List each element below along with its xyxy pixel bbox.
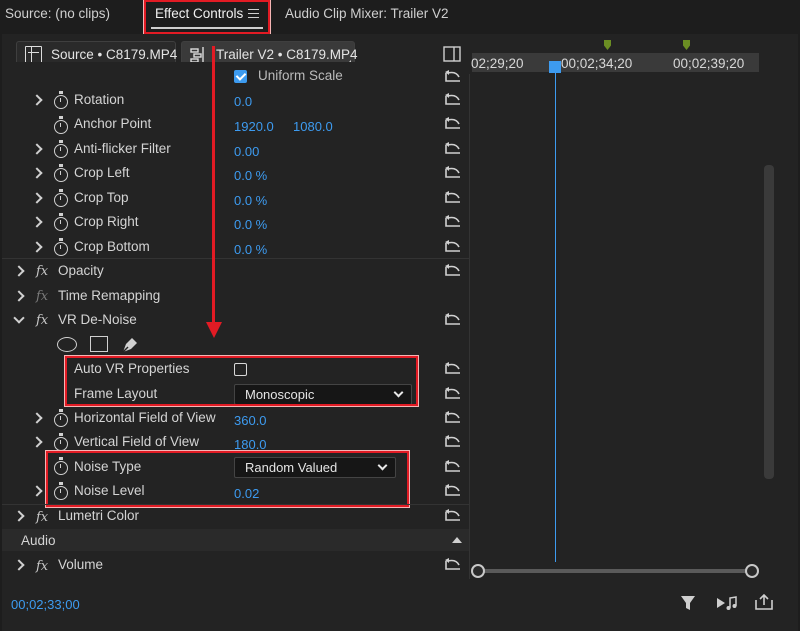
h-fov-label: Horizontal Field of View (74, 410, 216, 425)
anti-flicker-value[interactable]: 0.00 (234, 144, 259, 159)
collapse-up-icon[interactable] (452, 537, 462, 543)
crop-left-value[interactable]: 0.0 % (234, 168, 267, 183)
noise-settings-highlight (46, 451, 409, 507)
stopwatch-icon[interactable] (54, 409, 68, 427)
play-audio-icon[interactable] (716, 595, 738, 611)
active-tab-underline (151, 27, 263, 29)
anchor-point-y[interactable]: 1080.0 (293, 119, 333, 134)
crop-bottom-value[interactable]: 0.0 % (234, 242, 267, 257)
rotation-value[interactable]: 0.0 (234, 94, 252, 109)
sequence-clip-label: Trailer V2 • C8179.MP4 (216, 47, 358, 62)
uniform-scale-checkbox[interactable] (234, 70, 247, 83)
anti-flicker-label: Anti-flicker Filter (74, 141, 171, 156)
reset-icon[interactable] (444, 240, 462, 254)
reset-icon[interactable] (444, 484, 462, 498)
opacity-label: Opacity (58, 263, 104, 278)
fx-icon[interactable]: fx (36, 264, 48, 279)
reset-icon[interactable] (444, 362, 462, 376)
ellipse-mask-icon[interactable] (57, 337, 77, 352)
panel-menu-icon[interactable] (248, 9, 259, 18)
filter-icon[interactable] (680, 595, 696, 611)
reset-icon[interactable] (444, 93, 462, 107)
reset-icon[interactable] (444, 117, 462, 131)
stopwatch-icon[interactable] (54, 433, 68, 451)
panel-splitter[interactable] (469, 74, 470, 579)
reset-icon[interactable] (444, 411, 462, 425)
clip-icon (25, 46, 42, 63)
fx-icon[interactable]: fx (36, 313, 48, 328)
vertical-scrollbar[interactable] (764, 165, 774, 479)
ruler-label: 00;02;34;20 (561, 56, 633, 71)
lumetri-label: Lumetri Color (58, 508, 140, 523)
vr-denoise-label: VR De-Noise (58, 312, 137, 327)
pen-mask-icon[interactable] (120, 335, 140, 355)
source-clip-label: Source • C8179.MP4 (51, 47, 178, 62)
panel-toggle-icon[interactable] (443, 46, 461, 62)
crop-top-label: Crop Top (74, 190, 129, 205)
row-divider (2, 504, 469, 505)
anchor-point-label: Anchor Point (74, 116, 152, 131)
volume-label: Volume (58, 557, 104, 572)
stopwatch-icon[interactable] (54, 164, 68, 182)
reset-icon[interactable] (444, 313, 462, 327)
vr-properties-highlight (65, 356, 418, 406)
audio-section-header[interactable] (2, 529, 469, 551)
ruler-label: 02;29;20 (471, 56, 524, 71)
reset-icon[interactable] (444, 215, 462, 229)
rotation-label: Rotation (74, 92, 125, 107)
stopwatch-icon[interactable] (54, 238, 68, 256)
stopwatch-icon[interactable] (54, 91, 68, 109)
reset-icon[interactable] (444, 166, 462, 180)
ruler-label: 00;02;39;20 (673, 56, 745, 71)
export-icon[interactable] (755, 594, 773, 610)
reset-icon[interactable] (444, 435, 462, 449)
crop-right-label: Crop Right (74, 214, 139, 229)
reset-icon[interactable] (444, 264, 462, 278)
reset-icon[interactable] (444, 460, 462, 474)
uniform-scale-label: Uniform Scale (258, 68, 343, 83)
reset-icon[interactable] (444, 191, 462, 205)
stopwatch-icon[interactable] (54, 189, 68, 207)
reset-icon[interactable] (444, 509, 462, 523)
sequence-icon (190, 47, 204, 63)
fx-icon[interactable]: fx (36, 510, 48, 525)
crop-left-label: Crop Left (74, 165, 130, 180)
rectangle-mask-icon[interactable] (90, 336, 108, 352)
time-remapping-label: Time Remapping (58, 288, 161, 303)
annotation-arrow-line (212, 46, 215, 326)
zoom-end-handle[interactable] (745, 564, 759, 578)
zoom-start-handle[interactable] (471, 564, 485, 578)
crop-bottom-label: Crop Bottom (74, 239, 150, 254)
zoom-scrollbar[interactable] (478, 569, 752, 573)
v-fov-label: Vertical Field of View (74, 434, 200, 449)
v-fov-value[interactable]: 180.0 (234, 437, 267, 452)
playhead-line (555, 72, 556, 562)
reset-icon[interactable] (444, 70, 462, 84)
reset-icon[interactable] (444, 558, 462, 572)
h-fov-value[interactable]: 360.0 (234, 413, 267, 428)
anchor-point-x[interactable]: 1920.0 (234, 119, 274, 134)
reset-icon[interactable] (444, 387, 462, 401)
row-divider (2, 258, 469, 259)
stopwatch-icon[interactable] (54, 140, 68, 158)
crop-right-value[interactable]: 0.0 % (234, 217, 267, 232)
current-timecode[interactable]: 00;02;33;00 (11, 597, 80, 612)
tab-effect-controls[interactable]: Effect Controls (155, 6, 243, 21)
fx-icon[interactable]: fx (36, 289, 48, 304)
stopwatch-icon[interactable] (54, 213, 68, 231)
fx-icon[interactable]: fx (36, 559, 48, 574)
tab-audio-clip-mixer[interactable]: Audio Clip Mixer: Trailer V2 (285, 6, 449, 21)
stopwatch-icon[interactable] (54, 116, 68, 134)
crop-top-value[interactable]: 0.0 % (234, 193, 267, 208)
annotation-arrow-head (206, 322, 222, 338)
audio-section-label: Audio (21, 533, 56, 548)
reset-icon[interactable] (444, 142, 462, 156)
tab-source[interactable]: Source: (no clips) (5, 6, 110, 21)
